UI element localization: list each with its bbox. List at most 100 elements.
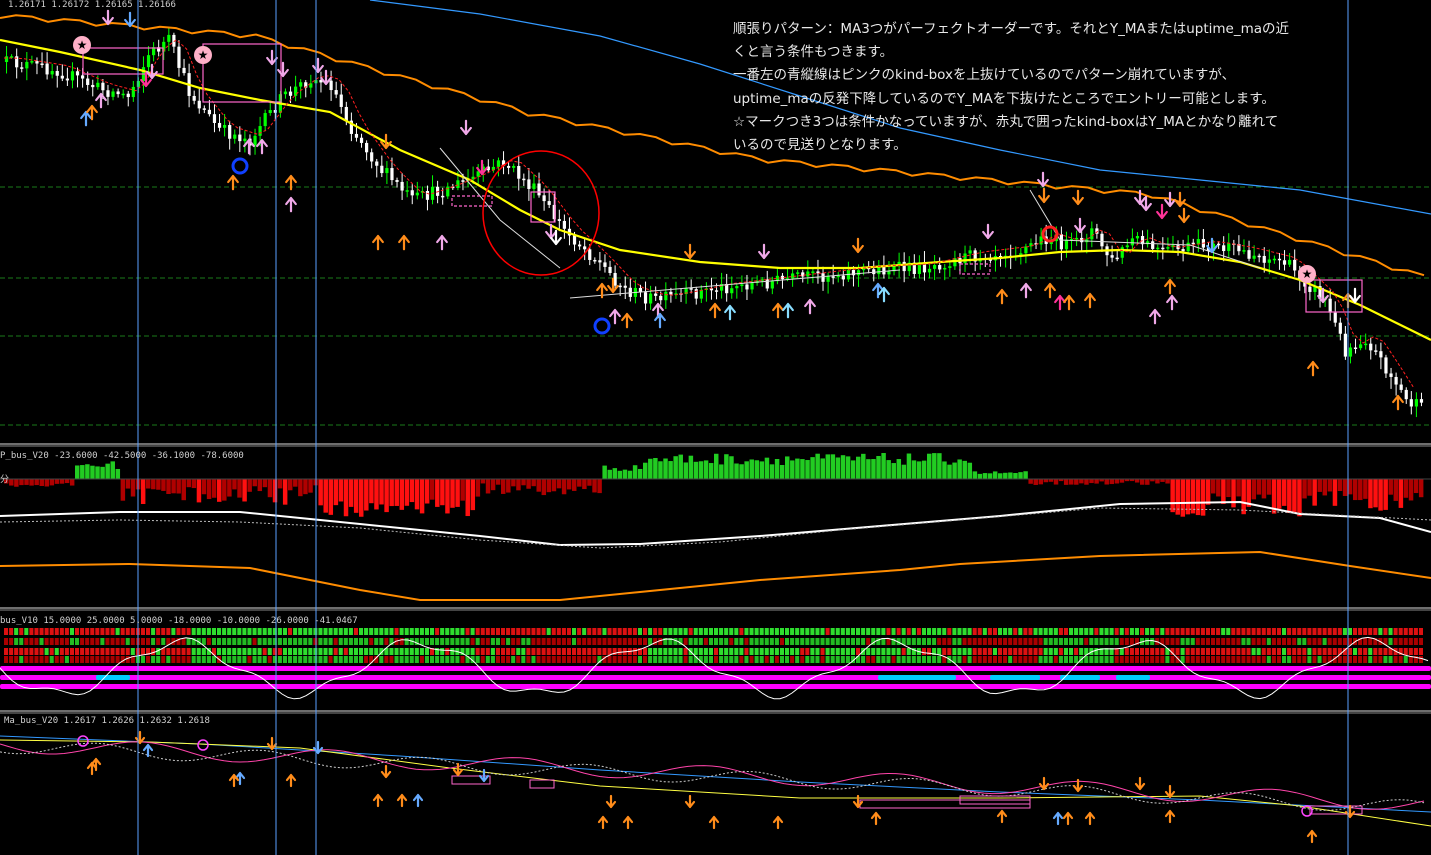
heatmap-cell: [29, 628, 34, 635]
cyan-segment: [878, 675, 956, 680]
heatmap-cell: [866, 628, 871, 635]
heatmap-cell: [338, 628, 343, 635]
heatmap-cell: [1190, 638, 1195, 645]
heatmap-cell: [1114, 628, 1119, 635]
heatmap-cell: [1418, 656, 1423, 663]
heatmap-cell: [1358, 648, 1363, 655]
histogram-bar: [1363, 479, 1368, 499]
heatmap-cell: [1327, 638, 1332, 645]
heatmap-cell: [916, 638, 921, 645]
heatmap-cell: [1388, 638, 1393, 645]
heatmap-cell: [171, 628, 176, 635]
histogram-bar: [749, 459, 754, 479]
heatmap-cell: [1363, 628, 1368, 635]
histogram-bar: [1003, 472, 1008, 479]
heatmap-cell: [399, 656, 404, 663]
heatmap-cell: [1327, 628, 1332, 635]
heatmap-cell: [1058, 656, 1063, 663]
histogram-bar: [643, 462, 648, 479]
heatmap-cell: [967, 638, 972, 645]
histogram-bar: [374, 479, 379, 510]
heatmap-cell: [323, 638, 328, 645]
candle-body: [714, 290, 719, 292]
histogram-bar: [693, 461, 699, 479]
heatmap-cell: [1119, 638, 1124, 645]
heatmap-cell: [587, 628, 592, 635]
heatmap-cell: [597, 648, 602, 655]
heatmap-cell: [201, 638, 206, 645]
heatmap-cell: [561, 648, 566, 655]
histogram-bar: [754, 460, 760, 479]
heatmap-cell: [323, 656, 328, 663]
heatmap-cell: [75, 648, 80, 655]
heatmap-cell: [703, 638, 708, 645]
heatmap-cell: [1140, 648, 1145, 655]
heatmap-cell: [1048, 628, 1053, 635]
heatmap-cell: [1398, 628, 1403, 635]
histogram-bar: [480, 479, 486, 484]
heatmap-cell: [866, 656, 871, 663]
heatmap-cell: [1393, 628, 1398, 635]
heatmap-cell: [490, 656, 495, 663]
ma-bus-pane-header: Ma_bus_V20 1.2617 1.2626 1.2632 1.2618: [4, 716, 210, 726]
heatmap-cell: [171, 656, 176, 663]
heatmap-cell: [303, 648, 308, 655]
heatmap-cell: [947, 628, 952, 635]
histogram-bar: [688, 455, 694, 479]
candle-body: [1080, 237, 1084, 243]
heatmap-cell: [262, 628, 267, 635]
heatmap-cell: [409, 628, 414, 635]
heatmap-cell: [932, 656, 937, 663]
heatmap-cell: [1104, 656, 1109, 663]
heatmap-cell: [435, 628, 440, 635]
histogram-bar: [110, 461, 115, 479]
histogram-bar: [262, 479, 268, 488]
histogram-bar: [430, 479, 435, 500]
histogram-bar: [511, 479, 516, 487]
candle-body: [1120, 247, 1124, 258]
heatmap-cell: [267, 648, 272, 655]
heatmap-cell: [1241, 656, 1246, 663]
heatmap-cell: [901, 648, 906, 655]
heatmap-cell: [1063, 648, 1068, 655]
heatmap-cell: [597, 628, 602, 635]
histogram-bar: [1226, 479, 1231, 498]
histogram-bar: [734, 463, 739, 479]
histogram-bar: [247, 479, 252, 492]
candle-body: [618, 285, 622, 288]
heatmap-cell: [957, 628, 962, 635]
heatmap-cell: [658, 628, 663, 635]
heatmap-cell: [445, 648, 450, 655]
heatmap-cell: [734, 638, 739, 645]
heatmap-cell: [95, 638, 100, 645]
histogram-bar: [435, 479, 440, 507]
heatmap-cell: [353, 656, 358, 663]
heatmap-cell: [972, 656, 977, 663]
heatmap-cell: [419, 628, 424, 635]
heatmap-cell: [69, 656, 74, 663]
heatmap-cell: [1418, 628, 1423, 635]
heatmap-cell: [161, 656, 166, 663]
heatmap-cell: [531, 628, 536, 635]
candle-body: [593, 259, 597, 262]
heatmap-cell: [1266, 628, 1271, 635]
heatmap-cell: [277, 648, 282, 655]
heatmap-cell: [734, 628, 739, 635]
histogram-bar: [191, 479, 197, 489]
heatmap-cell: [1287, 628, 1292, 635]
histogram-bar: [1337, 479, 1343, 492]
histogram-bar: [455, 479, 460, 507]
heatmap-cell: [328, 656, 333, 663]
histogram-bar: [1261, 479, 1267, 499]
heatmap-cell: [298, 648, 303, 655]
candle-body: [40, 63, 44, 66]
histogram-bar: [1018, 472, 1023, 479]
heatmap-cell: [916, 656, 921, 663]
heatmap-cell: [764, 648, 769, 655]
heatmap-cell: [404, 656, 409, 663]
heatmap-cell: [982, 628, 987, 635]
histogram-bar: [1287, 479, 1292, 514]
heatmap-cell: [323, 628, 328, 635]
heatmap-cell: [1297, 638, 1302, 645]
heatmap-cell: [835, 638, 840, 645]
